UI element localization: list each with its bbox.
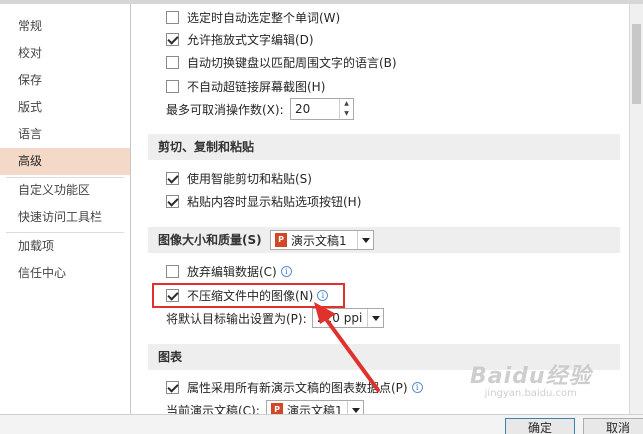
watermark-brand: Baidu经验 <box>470 364 592 389</box>
chevron-down-icon[interactable] <box>347 401 363 414</box>
info-icon[interactable]: i <box>411 381 423 393</box>
show-paste-options-checkbox[interactable] <box>166 194 179 208</box>
show-paste-options-row[interactable]: 粘贴内容时显示粘贴选项按钮(H) <box>166 191 361 211</box>
cancel-button[interactable]: 取消 <box>583 418 643 434</box>
chart-properties-checkbox[interactable] <box>166 380 179 394</box>
auto-keyboard-checkbox[interactable] <box>166 55 179 69</box>
cut-copy-paste-header: 剪切、复制和粘贴 <box>148 134 620 160</box>
spin-down-icon[interactable]: ▼ <box>340 109 353 119</box>
drag-drop-row[interactable]: 允许拖放式文字编辑(D) <box>166 29 314 49</box>
discard-edit-data-row[interactable]: 放弃编辑数据(C) i <box>166 261 292 281</box>
advanced-options-panel: 选定时自动选定整个单词(W) 允许拖放式文字编辑(D) 自动切换键盘以匹配周围文… <box>132 4 629 414</box>
image-size-document-dropdown[interactable]: P 演示文稿1 <box>270 230 374 250</box>
chart-properties-label: 属性采用所有新演示文稿的图表数据点(P) <box>187 380 408 395</box>
default-output-dropdown[interactable]: 220 ppi <box>312 308 384 328</box>
select-entire-word-label: 选定时自动选定整个单词(W) <box>187 10 341 25</box>
sidebar-item-layout[interactable]: 版式 <box>0 94 130 121</box>
drag-drop-checkbox[interactable] <box>166 32 179 46</box>
powerpoint-file-icon: P <box>271 403 283 414</box>
annotation-highlight-box <box>152 283 345 308</box>
no-hyperlink-screenshot-row[interactable]: 不自动超链接屏幕截图(H) <box>166 76 325 96</box>
info-icon[interactable]: i <box>280 265 292 277</box>
max-undo-row: 最多可取消操作数(X): <box>166 99 284 119</box>
image-size-quality-header: 图像大小和质量(S) <box>148 227 620 253</box>
chevron-down-icon[interactable] <box>357 231 373 249</box>
default-output-value: 220 ppi <box>317 311 363 325</box>
ok-button[interactable]: 确定 <box>505 418 575 434</box>
no-hyperlink-screenshot-checkbox[interactable] <box>166 79 179 93</box>
smart-cut-row[interactable]: 使用智能剪切和粘贴(S) <box>166 168 312 188</box>
smart-cut-checkbox[interactable] <box>166 171 179 185</box>
spin-up-icon[interactable]: ▲ <box>340 99 353 109</box>
select-entire-word-checkbox[interactable] <box>166 10 179 24</box>
chevron-down-icon[interactable] <box>367 309 383 327</box>
current-presentation-dropdown[interactable]: P 演示文稿1 <box>266 400 364 414</box>
image-size-quality-title: 图像大小和质量(S) <box>158 233 262 247</box>
powerpoint-file-icon: P <box>275 233 287 247</box>
sidebar-item-language[interactable]: 语言 <box>0 121 130 148</box>
sidebar-item-general[interactable]: 常规 <box>0 13 130 40</box>
sidebar-item-proofing[interactable]: 校对 <box>0 40 130 67</box>
select-entire-word-row[interactable]: 选定时自动选定整个单词(W) <box>166 7 340 27</box>
current-presentation-row: 当前演示文稿(C): <box>166 400 260 415</box>
discard-edit-data-checkbox[interactable] <box>166 264 179 278</box>
current-presentation-value: 演示文稿1 <box>287 403 343 415</box>
drag-drop-label: 允许拖放式文字编辑(D) <box>187 32 314 47</box>
vertical-scrollbar[interactable] <box>629 4 643 414</box>
default-output-label: 将默认目标输出设置为(P): <box>166 311 307 326</box>
default-output-row: 将默认目标输出设置为(P): <box>166 308 307 328</box>
max-undo-spinner[interactable]: 20 ▲ ▼ <box>290 98 354 120</box>
options-sidebar: 常规 校对 保存 版式 语言 高级 自定义功能区 快速访问工具栏 加载项 信任中… <box>0 4 131 414</box>
watermark-url: jingyan.baidu.com <box>484 388 577 399</box>
sidebar-item-save[interactable]: 保存 <box>0 67 130 94</box>
discard-edit-data-label: 放弃编辑数据(C) <box>187 264 277 279</box>
chart-properties-row[interactable]: 属性采用所有新演示文稿的图表数据点(P) i <box>166 377 423 397</box>
sidebar-item-quick-access-toolbar[interactable]: 快速访问工具栏 <box>0 204 130 231</box>
sidebar-item-trust-center[interactable]: 信任中心 <box>0 260 130 287</box>
smart-cut-label: 使用智能剪切和粘贴(S) <box>187 171 312 186</box>
show-paste-options-label: 粘贴内容时显示粘贴选项按钮(H) <box>187 194 362 209</box>
auto-keyboard-label: 自动切换键盘以匹配周围文字的语言(B) <box>187 55 397 70</box>
auto-keyboard-row[interactable]: 自动切换键盘以匹配周围文字的语言(B) <box>166 52 397 72</box>
sidebar-item-add-ins[interactable]: 加载项 <box>0 233 130 260</box>
sidebar-item-advanced[interactable]: 高级 <box>0 148 130 175</box>
max-undo-label: 最多可取消操作数(X): <box>166 102 284 117</box>
scrollbar-thumb[interactable] <box>632 24 641 104</box>
max-undo-value[interactable]: 20 <box>291 99 339 119</box>
image-size-document-value: 演示文稿1 <box>291 233 347 248</box>
current-presentation-label: 当前演示文稿(C): <box>166 403 260 415</box>
baidu-watermark: Baidu经验 jingyan.baidu.com <box>470 358 592 399</box>
sidebar-item-customize-ribbon[interactable]: 自定义功能区 <box>0 177 130 204</box>
no-hyperlink-screenshot-label: 不自动超链接屏幕截图(H) <box>187 79 326 94</box>
